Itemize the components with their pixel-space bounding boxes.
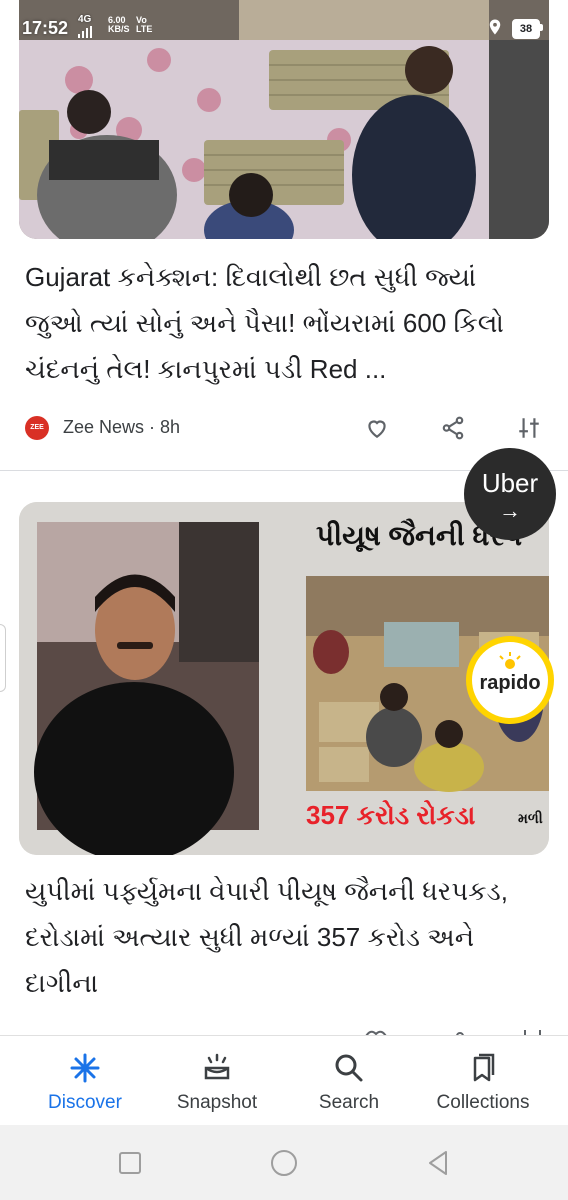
home-icon[interactable] bbox=[270, 1149, 298, 1177]
tune-button[interactable] bbox=[511, 410, 547, 446]
article-headline[interactable]: Gujarat કનેક્શન: દિવાલોથી છત સુધી જ્યાં … bbox=[25, 254, 535, 392]
status-time: 17:52 bbox=[22, 18, 69, 38]
share-button[interactable] bbox=[435, 410, 471, 446]
sun-icon bbox=[499, 652, 521, 669]
system-navigation-bar bbox=[0, 1125, 568, 1200]
battery-tip bbox=[540, 24, 543, 31]
uber-label: Uber bbox=[481, 468, 539, 498]
asterisk-icon bbox=[70, 1053, 100, 1083]
nav-label: Collections bbox=[436, 1092, 530, 1113]
status-bar: 17:52 4G 6.00 KB/S Vo LTE 38 bbox=[0, 0, 568, 42]
rapido-floating-bubble[interactable]: rapido bbox=[466, 636, 554, 724]
rapido-logo: rapido bbox=[472, 642, 548, 718]
arrow-right-icon: → bbox=[499, 498, 521, 523]
search-icon bbox=[335, 1054, 363, 1082]
signal-icon bbox=[78, 26, 92, 38]
rapido-label: rapido bbox=[479, 672, 541, 694]
nav-search[interactable]: Search bbox=[286, 1036, 412, 1126]
heart-icon bbox=[368, 420, 386, 438]
image-amount-text: 357 કરોડ રોકડા bbox=[306, 800, 476, 830]
recents-icon[interactable] bbox=[116, 1149, 144, 1177]
battery-indicator: 38 bbox=[512, 19, 540, 39]
snapshot-icon bbox=[204, 1053, 230, 1080]
image-amount-suffix: મળી bbox=[518, 810, 543, 826]
nav-snapshot[interactable]: Snapshot bbox=[154, 1036, 280, 1126]
article-source-row: ZEE Zee News · 8h bbox=[25, 410, 545, 444]
edge-panel-handle[interactable] bbox=[0, 624, 6, 692]
nav-collections[interactable]: Collections bbox=[418, 1036, 548, 1126]
uber-floating-bubble[interactable]: Uber → bbox=[464, 448, 556, 540]
nav-label: Snapshot bbox=[176, 1092, 258, 1113]
article-headline[interactable]: યુપીમાં પર્ફ્યુમના વેપારી પીયૂષ જૈનની ધર… bbox=[25, 868, 535, 1006]
share-icon bbox=[442, 416, 464, 440]
collections-icon bbox=[473, 1053, 495, 1082]
tune-icon bbox=[519, 418, 539, 438]
network-speed: 6.00 KB/S bbox=[108, 16, 130, 34]
nav-label: Search bbox=[318, 1092, 380, 1113]
bottom-navigation: Discover Snapshot Search Collections bbox=[0, 1035, 568, 1126]
like-button[interactable] bbox=[359, 410, 395, 446]
source-name[interactable]: Zee News · 8h bbox=[63, 417, 180, 438]
back-icon[interactable] bbox=[424, 1149, 452, 1177]
nav-label: Discover bbox=[48, 1092, 122, 1113]
source-logo: ZEE bbox=[25, 416, 49, 440]
location-icon bbox=[489, 19, 501, 35]
volte-bottom: LTE bbox=[136, 24, 153, 34]
volte-indicator: Vo LTE bbox=[136, 16, 152, 34]
network-speed-unit: KB/S bbox=[108, 24, 130, 34]
signal-indicator: 4G bbox=[78, 14, 92, 38]
network-type-label: 4G bbox=[78, 14, 92, 25]
nav-discover[interactable]: Discover bbox=[22, 1036, 148, 1126]
